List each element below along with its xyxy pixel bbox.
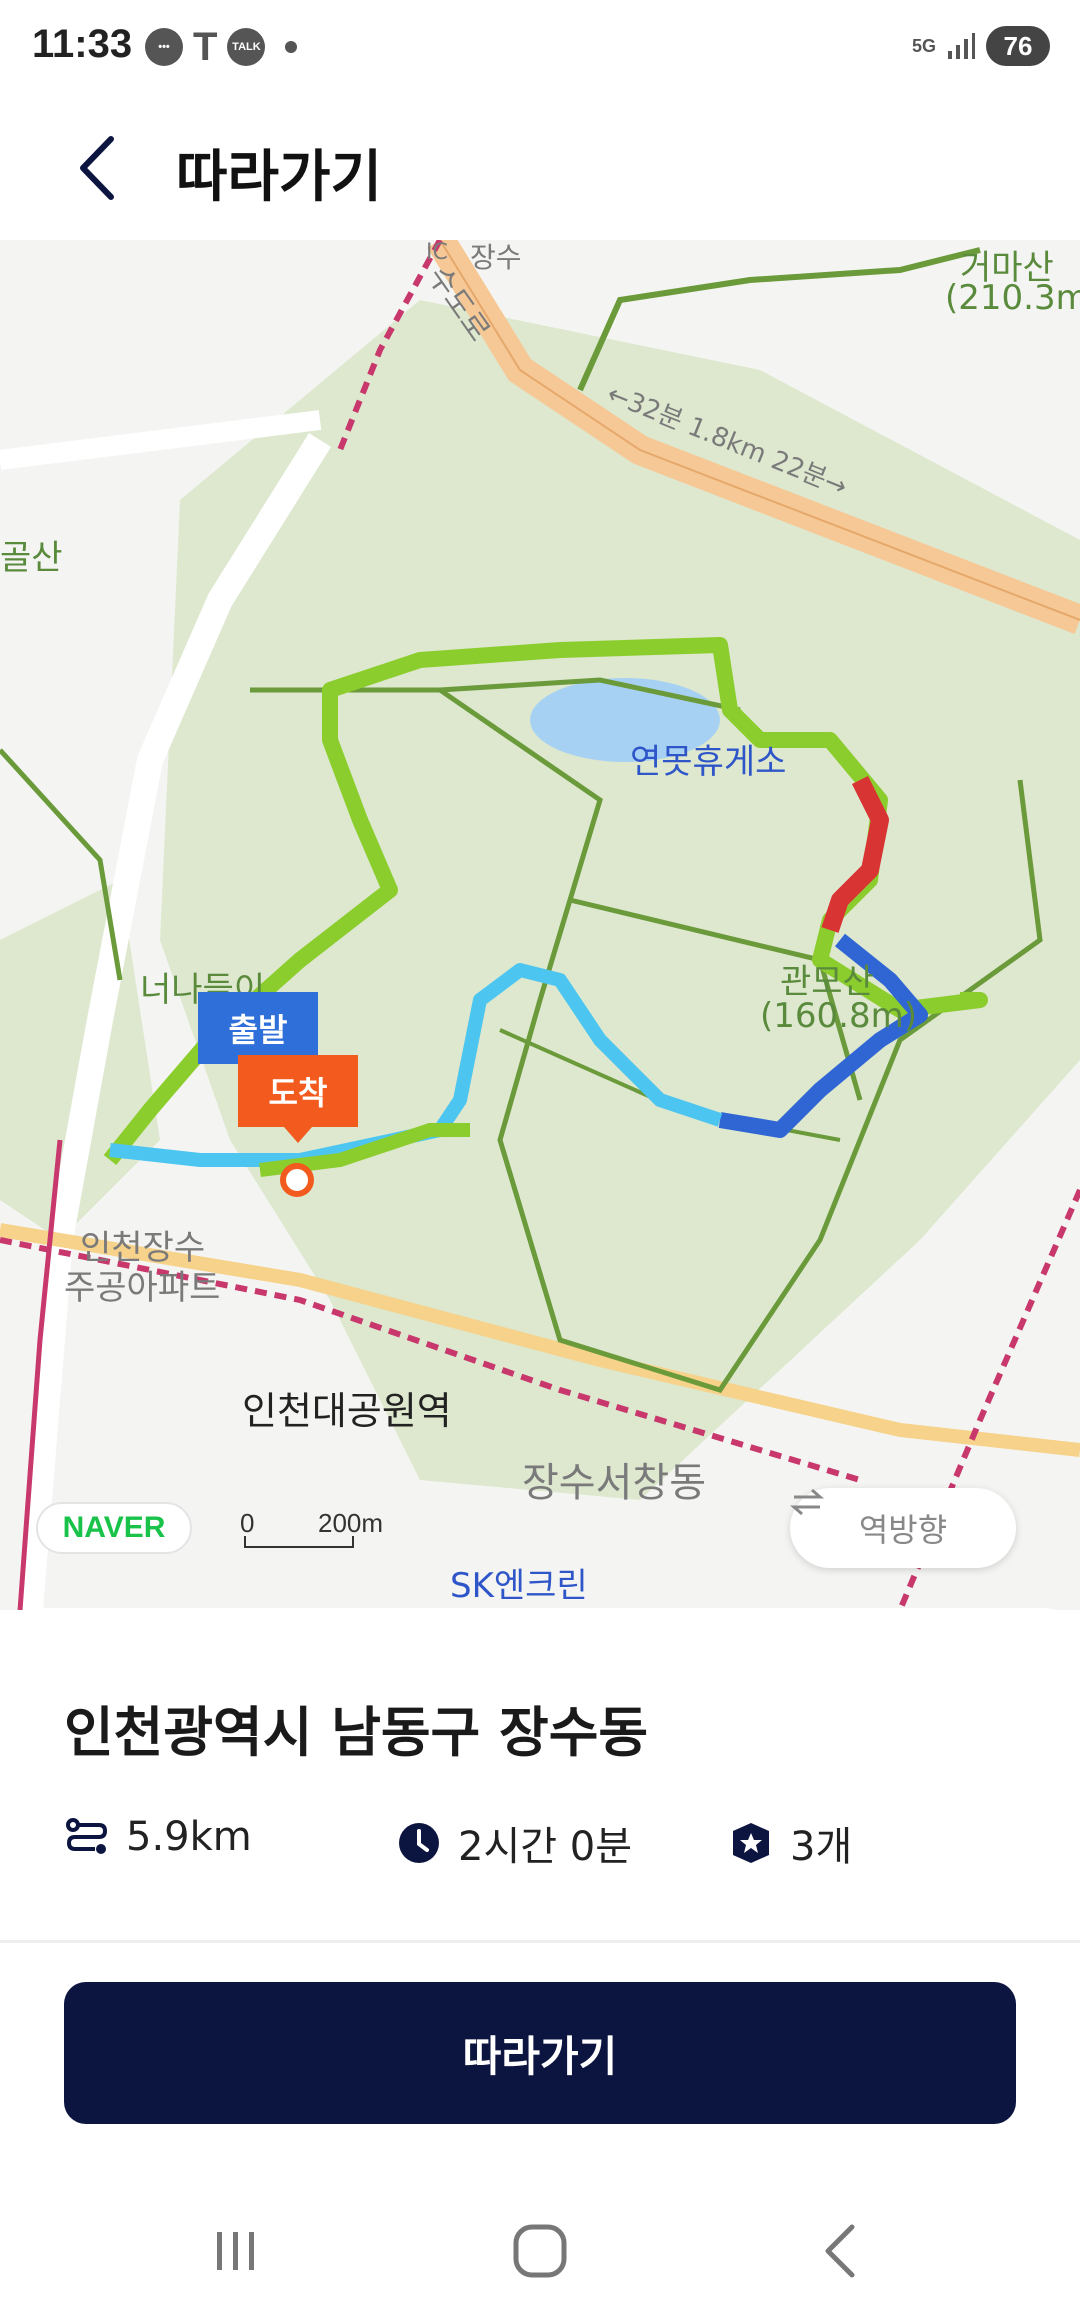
peak-height-label: (160.8m) — [760, 996, 917, 1036]
duration-value: 2시간 0분 — [458, 1824, 633, 1870]
status-bar: 11:33 ••• T TALK 5G 76 — [0, 0, 1080, 96]
system-icons: 5G 76 — [912, 26, 1050, 66]
end-pin — [280, 1163, 314, 1197]
follow-button[interactable]: 따라가기 — [64, 1982, 1016, 2124]
back-nav-button[interactable] — [790, 2216, 890, 2286]
course-info-sheet: 인천광역시 남동구 장수동 5.9km 2시간 0분 3개 — [0, 1608, 1080, 2008]
duration-stat: 2시간 0분 — [396, 1814, 632, 1872]
apartment-label-line2: 주공아파트 — [64, 1268, 221, 1308]
divider — [0, 1940, 1080, 1943]
course-title: 인천광역시 남동구 장수동 — [64, 1701, 649, 1764]
message-icon: ••• — [145, 28, 183, 66]
scale-bar — [244, 1536, 354, 1548]
stamp-stat: 3개 — [728, 1814, 852, 1872]
start-marker[interactable]: 출발 — [198, 992, 318, 1064]
district-label: 장수서창동 — [522, 1460, 706, 1506]
distance-value: 5.9km — [126, 1814, 252, 1860]
ic-name-label: 장수 — [470, 241, 522, 274]
t-icon: T — [193, 25, 218, 69]
talk-icon: TALK — [227, 28, 266, 66]
route-map[interactable]: 거마산 (210.3m) ←32분 1.8km 22분→ 수도로 IC 장수 골… — [0, 240, 1080, 1610]
more-notifications-dot — [285, 41, 298, 53]
swap-icon — [790, 1488, 824, 1516]
stamp-count: 3개 — [790, 1824, 853, 1870]
end-marker[interactable]: 도착 — [238, 1055, 358, 1143]
station-label: 인천대공원역 — [242, 1389, 452, 1433]
mountain-left-label: 골산 — [0, 538, 63, 578]
back-icon — [825, 2224, 855, 2278]
map-scale: 0 200m — [240, 1508, 384, 1552]
route-icon — [64, 1814, 110, 1860]
stamp-icon — [728, 1820, 774, 1866]
battery-icon: 76 — [986, 26, 1050, 66]
chevron-left-icon — [80, 136, 114, 200]
rest-area-label: 연못휴게소 — [630, 742, 787, 782]
signal-icon — [948, 33, 975, 59]
gas-station-label: SK엔크린 — [450, 1566, 588, 1606]
reverse-direction-button[interactable]: 역방향 — [790, 1488, 1016, 1568]
course-stats: 5.9km 2시간 0분 3개 — [64, 1814, 1014, 1874]
home-icon — [513, 2224, 567, 2278]
page-title: 따라가기 — [176, 145, 383, 210]
distance-stat: 5.9km — [64, 1814, 252, 1860]
scale-distance-label: 200m — [318, 1508, 384, 1538]
system-navigation-bar — [0, 2176, 1080, 2316]
naver-logo[interactable]: NAVER — [36, 1502, 192, 1554]
network-icon: 5G — [911, 36, 936, 56]
back-button[interactable] — [62, 126, 132, 210]
reverse-direction-label: 역방향 — [858, 1511, 948, 1549]
status-time: 11:33 — [32, 22, 133, 66]
home-button[interactable] — [490, 2216, 590, 2286]
app-header: 따라가기 — [0, 96, 1080, 240]
scale-zero-label: 0 — [240, 1508, 255, 1538]
mountain-height-label: (210.3m) — [945, 278, 1080, 318]
clock-icon — [396, 1820, 442, 1866]
recents-icon — [217, 2232, 254, 2270]
map-canvas — [0, 240, 1080, 1610]
notification-icons: ••• T TALK — [145, 25, 298, 69]
recents-button[interactable] — [186, 2216, 286, 2286]
ic-label: IC — [426, 240, 448, 265]
